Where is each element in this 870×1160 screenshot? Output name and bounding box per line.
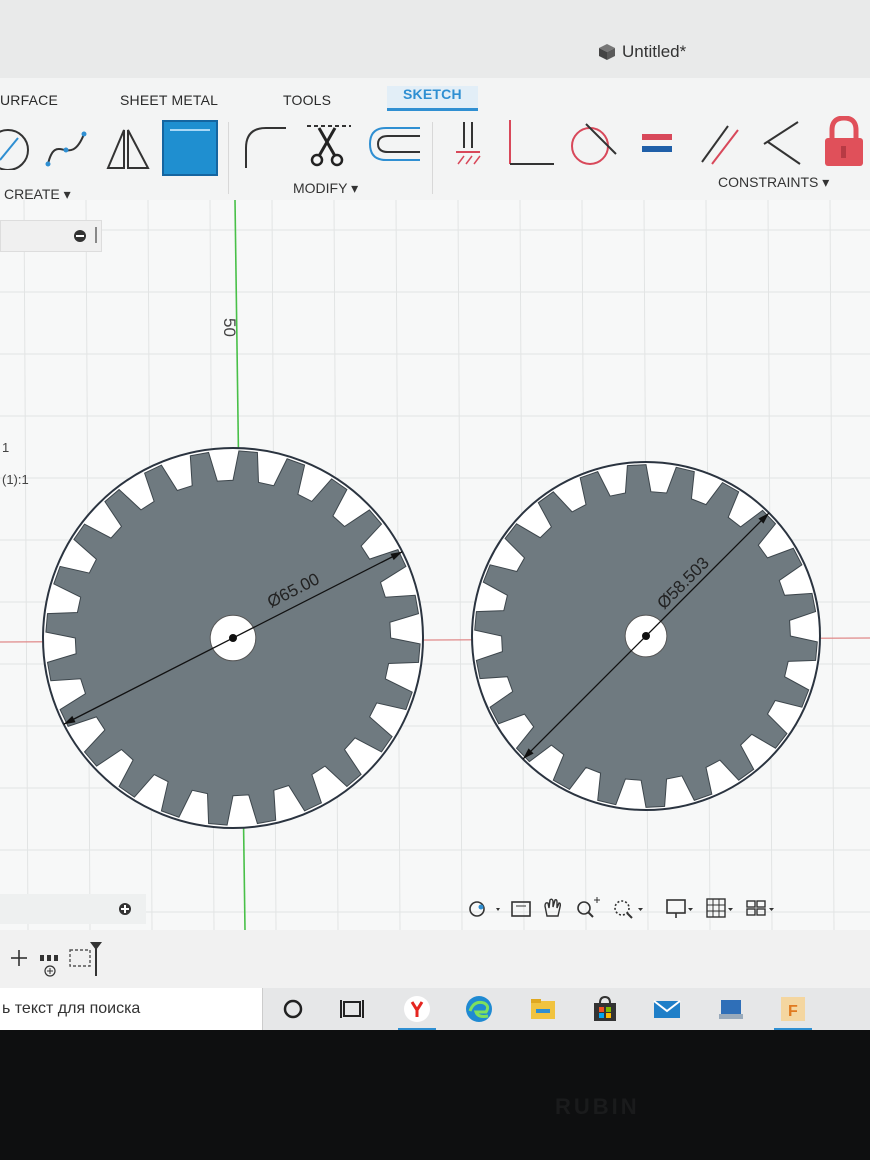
timeline-marker-icon[interactable] [90,942,102,976]
equal-constraint-icon[interactable] [638,126,678,162]
title-bar: Untitled* [0,0,870,78]
group-divider [432,122,433,194]
spline-tool-icon[interactable] [44,126,92,170]
viewports-icon[interactable] [746,900,774,916]
tab-sheet-metal[interactable]: SHEET METAL [120,92,218,108]
origin-icon[interactable] [44,965,56,977]
browser-item[interactable]: 1 [2,440,9,455]
parallel-constraint-icon[interactable] [700,122,742,168]
expand-plus-icon[interactable] [118,902,132,916]
coincident-constraint-icon[interactable] [762,120,804,168]
document-title-text: Untitled* [622,42,687,61]
active-app-indicator [398,1028,436,1030]
lock-icon[interactable] [822,116,866,168]
timeline-bar [0,930,870,988]
tab-sketch[interactable]: SKETCH [387,86,478,111]
tab-tools[interactable]: TOOLS [283,92,331,108]
os-taskbar: ь текст для поиска F [0,988,870,1030]
network-app-icon[interactable] [716,994,746,1024]
yandex-browser-icon[interactable] [402,994,432,1024]
svg-text:F: F [788,1003,798,1020]
timeline-controls [11,942,102,977]
grid-settings-icon[interactable] [706,898,733,918]
fusion-app-icon[interactable]: F [778,994,808,1024]
microsoft-store-icon[interactable] [590,994,620,1024]
perpendicular-constraint-icon[interactable] [506,118,556,168]
app-screen: Untitled* URFACE SHEET METAL TOOLS SKETC… [0,0,870,1030]
edge-browser-icon[interactable] [464,994,494,1024]
sketch-feature-icon[interactable] [69,949,91,967]
panel-grip[interactable] [95,227,97,243]
monitor-brand-logo: RUBIN [555,1094,640,1119]
tangent-constraint-icon[interactable] [568,120,620,168]
tab-surface[interactable]: URFACE [0,92,58,108]
mail-icon[interactable] [652,994,682,1024]
display-settings-icon[interactable] [666,899,693,918]
constraints-menu[interactable]: CONSTRAINTS ▾ [718,174,829,191]
cortana-circle-icon[interactable] [280,994,310,1024]
text-box-tool-icon[interactable] [162,120,218,176]
comments-panel-header [0,894,146,924]
offset-tool-icon[interactable] [366,124,422,164]
group-divider [228,122,229,194]
pan-hand-icon[interactable] [544,898,562,917]
taskbar-search-box[interactable]: ь текст для поиска [0,988,263,1030]
modify-menu[interactable]: MODIFY ▾ [293,180,358,197]
grid-line [457,200,463,930]
mirror-tool-icon[interactable] [104,126,154,172]
toolbar-ribbon: URFACE SHEET METAL TOOLS SKETCH CREATE ▾ [0,78,870,208]
browser-item[interactable]: (1):1 [2,472,29,487]
document-cube-icon [599,44,615,60]
pattern-icon[interactable] [40,955,58,961]
fillet-tool-icon[interactable] [240,122,290,172]
navigation-toolbar [469,897,774,919]
fix-constraint-icon[interactable] [452,120,484,168]
trim-scissors-icon[interactable] [305,118,353,170]
browser-panel-header [0,220,102,252]
taskbar-search-placeholder: ь текст для поиска [2,1000,141,1017]
file-explorer-icon[interactable] [528,994,558,1024]
grid-line [23,200,29,930]
look-at-icon[interactable] [511,901,531,917]
axis-dimension-label: 50 [220,318,239,337]
circle-tool-icon[interactable] [0,126,40,170]
grid-line [829,200,835,930]
sketch-viewport[interactable]: 50 Ø65.00 Ø58.503 [0,200,870,930]
move-icon[interactable] [11,950,27,966]
orbit-icon[interactable] [469,901,500,917]
active-app-indicator [774,1028,812,1030]
gear-large[interactable] [42,447,424,829]
fit-zoom-icon[interactable] [614,900,643,919]
sketch-canvas[interactable]: 50 Ø65.00 Ø58.503 1 (1):1 [0,200,870,930]
zoom-icon[interactable] [577,897,600,918]
collapse-minus-icon[interactable] [73,229,87,243]
task-view-icon[interactable] [338,994,368,1024]
gear-small[interactable] [471,461,821,811]
document-title[interactable]: Untitled* [598,42,686,62]
